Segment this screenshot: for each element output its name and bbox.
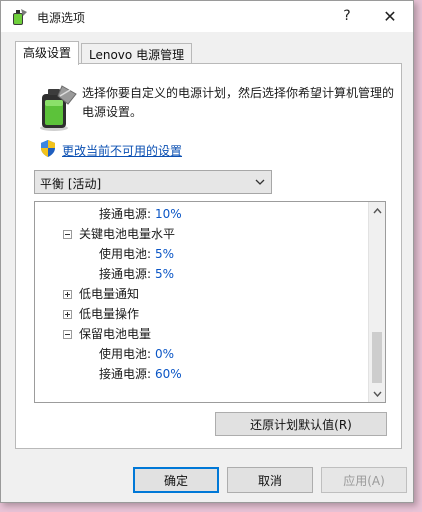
setting-label: 接通电源: — [99, 207, 152, 221]
tree-row-plugged-in-5: 接通电源: 5% — [35, 264, 365, 284]
scroll-thumb[interactable] — [372, 332, 382, 383]
tree-scrollbar[interactable] — [368, 202, 385, 402]
tab-lenovo-power-management[interactable]: Lenovo 电源管理 — [81, 43, 193, 64]
setting-value-link[interactable]: 60% — [155, 364, 182, 384]
cancel-button[interactable]: 取消 — [227, 467, 313, 493]
tree-row-low-battery-notification: 低电量通知 — [35, 284, 365, 304]
power-options-icon — [13, 9, 27, 25]
tree-row-on-battery-5: 使用电池: 5% — [35, 244, 365, 264]
setting-label: 使用电池: — [99, 247, 152, 261]
power-options-dialog: 电源选项 ? ✕ 高级设置 Lenovo 电源管理 选择你要自定义的电源计划，然… — [0, 0, 414, 503]
setting-value-link[interactable]: 5% — [155, 244, 174, 264]
advanced-settings-panel: 选择你要自定义的电源计划，然后选择你希望计算机管理的电源设置。 更改当前不可用的… — [15, 63, 402, 449]
restore-plan-defaults-button[interactable]: 还原计划默认值(R) — [215, 412, 387, 436]
group-label: 关键电池电量水平 — [79, 227, 176, 241]
setting-value-link[interactable]: 10% — [155, 204, 182, 224]
tree-row-plugged-in-10: 接通电源: 10% — [35, 204, 365, 224]
setting-value-link[interactable]: 0% — [155, 344, 174, 364]
plan-description: 选择你要自定义的电源计划，然后选择你希望计算机管理的电源设置。 — [82, 86, 395, 119]
settings-tree: 接通电源: 10% 关键电池电量水平 使用电池: 5% 接通电源: 5% 低电量… — [34, 201, 386, 403]
expand-icon[interactable] — [63, 310, 72, 319]
tree-row-low-battery-action: 低电量操作 — [35, 304, 365, 324]
title-bar: 电源选项 ? ✕ — [1, 1, 413, 32]
close-button[interactable]: ✕ — [374, 1, 406, 31]
group-label: 保留电池电量 — [79, 327, 152, 341]
setting-label: 使用电池: — [99, 347, 152, 361]
group-label: 低电量操作 — [79, 307, 140, 321]
change-unavailable-settings-link[interactable]: 更改当前不可用的设置 — [62, 142, 182, 159]
group-label: 低电量通知 — [79, 287, 140, 301]
setting-label: 接通电源: — [99, 267, 152, 281]
setting-label: 接通电源: — [99, 367, 152, 381]
ok-button[interactable]: 确定 — [133, 467, 219, 493]
tree-row-reserve-battery-level: 保留电池电量 — [35, 324, 365, 344]
tree-row-on-battery-0: 使用电池: 0% — [35, 344, 365, 364]
tree-row-critical-battery-level: 关键电池电量水平 — [35, 224, 365, 244]
apply-button[interactable]: 应用(A) — [321, 467, 407, 493]
help-button[interactable]: ? — [331, 1, 363, 31]
scroll-down-arrow[interactable] — [369, 385, 385, 402]
chevron-down-icon — [373, 391, 382, 397]
power-plan-select[interactable]: 平衡 [活动] — [34, 170, 272, 194]
setting-value-link[interactable]: 5% — [155, 264, 174, 284]
collapse-icon[interactable] — [63, 330, 72, 339]
scroll-up-arrow[interactable] — [369, 202, 385, 219]
power-plan-select-value: 平衡 [活动] — [40, 177, 102, 191]
collapse-icon[interactable] — [63, 230, 72, 239]
expand-icon[interactable] — [63, 290, 72, 299]
tab-advanced-settings[interactable]: 高级设置 — [15, 41, 80, 65]
uac-shield-icon — [41, 140, 55, 157]
tree-row-plugged-in-60: 接通电源: 60% — [35, 364, 365, 384]
window-title: 电源选项 — [37, 11, 86, 25]
battery-icon — [40, 85, 77, 131]
chevron-up-icon — [373, 207, 382, 213]
chevron-down-icon — [255, 179, 265, 185]
